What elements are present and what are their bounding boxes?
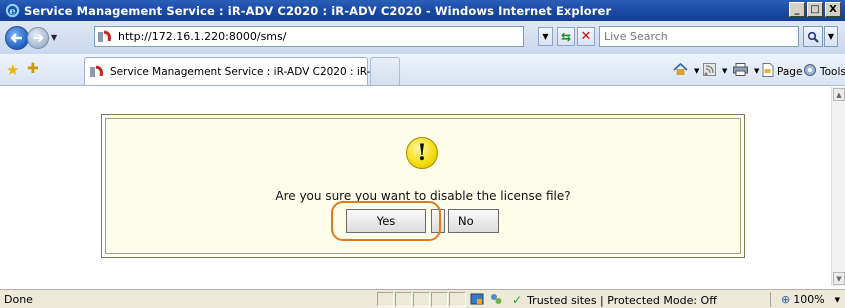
tools-menu-button[interactable]: Tools ▼ [803, 63, 845, 80]
internet-explorer-icon: e [4, 3, 20, 19]
minimize-button[interactable]: _ [789, 2, 805, 17]
address-dropdown-button[interactable]: ▼ [538, 27, 553, 46]
security-zone[interactable]: ✓ Trusted sites | Protected Mode: Off [512, 293, 717, 307]
yes-button[interactable]: Yes [346, 209, 426, 233]
zoom-control[interactable]: ⊕ 100% ▼ [781, 293, 840, 306]
address-bar[interactable]: http://172.16.1.220:8000/sms/ [94, 26, 524, 47]
confirm-dialog: ! Are you sure you want to disable the l… [101, 114, 745, 258]
page-content: ! Are you sure you want to disable the l… [0, 87, 831, 286]
search-button[interactable] [803, 26, 823, 47]
feeds-button[interactable]: ▼ [703, 63, 727, 79]
scroll-down-icon[interactable]: ▼ [833, 272, 845, 285]
search-options-dropdown[interactable]: ▼ [824, 26, 838, 47]
search-input[interactable]: Live Search [599, 26, 799, 47]
back-button[interactable] [5, 25, 29, 50]
status-slot [431, 292, 448, 307]
navigation-bar: ▼ http://172.16.1.220:8000/sms/ ▼ ⇆ ✕ Li… [0, 21, 845, 54]
print-button[interactable]: ▼ [733, 63, 759, 79]
new-tab-button[interactable] [370, 57, 400, 85]
tab-toolbar: ★ ✚ Service Management Service : iR-ADV … [0, 54, 845, 86]
confirm-message: Are you sure you want to disable the lic… [275, 189, 571, 203]
window-title: Service Management Service : iR-ADV C202… [24, 3, 612, 18]
zoom-level: 100% [793, 293, 825, 306]
stop-button[interactable]: ✕ [577, 27, 595, 46]
tools-menu-label: Tools [820, 65, 845, 78]
checkmark-icon: ✓ [512, 293, 523, 307]
status-slot [377, 292, 394, 307]
refresh-button[interactable]: ⇆ [557, 27, 575, 46]
site-favicon-icon [89, 65, 105, 79]
window-titlebar: e Service Management Service : iR-ADV C2… [0, 0, 845, 21]
add-favorites-icon[interactable]: ✚ [27, 61, 39, 77]
site-favicon-icon [97, 30, 113, 44]
status-text: Done [4, 293, 33, 306]
svg-text:e: e [9, 5, 16, 17]
status-bar: Done ✓ Trusted sites | Protected Mode: O… [0, 289, 845, 308]
home-button[interactable]: ▼ [673, 62, 699, 79]
status-divider [770, 292, 771, 307]
status-slot [449, 292, 466, 307]
forward-button[interactable] [27, 26, 49, 49]
close-button[interactable]: X [825, 2, 841, 17]
confirm-dialog-body: ! Are you sure you want to disable the l… [105, 118, 741, 254]
privacy-icon[interactable] [489, 292, 503, 308]
address-url[interactable]: http://172.16.1.220:8000/sms/ [118, 30, 286, 43]
page-icon [762, 63, 774, 80]
home-icon [673, 62, 688, 79]
zoom-icon: ⊕ [781, 293, 791, 306]
favorites-star-icon[interactable]: ★ [6, 61, 19, 79]
security-zone-label: Trusted sites | Protected Mode: Off [527, 293, 717, 307]
scroll-up-icon[interactable]: ▲ [833, 88, 845, 101]
vertical-scrollbar[interactable]: ▲ ▼ [831, 87, 845, 286]
feeds-icon [703, 63, 716, 79]
status-slot [413, 292, 430, 307]
page-menu-label: Page [777, 65, 803, 78]
search-icon [807, 31, 819, 43]
warning-icon: ! [406, 137, 438, 169]
stop-icon: ✕ [580, 29, 592, 44]
refresh-icon: ⇆ [560, 29, 572, 44]
history-dropdown-icon[interactable]: ▼ [51, 33, 61, 42]
button-separator [431, 209, 445, 233]
tab-active[interactable]: Service Management Service : iR-ADV C202… [84, 57, 401, 85]
popup-blocker-icon[interactable] [470, 292, 484, 308]
status-slot [395, 292, 412, 307]
tools-icon [803, 63, 817, 80]
arrow-right-icon [33, 33, 44, 42]
zoom-dropdown-icon: ▼ [834, 295, 841, 304]
arrow-left-icon [10, 32, 22, 43]
maximize-button[interactable]: □ [807, 2, 823, 17]
tab-label: Service Management Service : iR-ADV C202… [110, 65, 402, 78]
print-icon [733, 63, 748, 79]
no-button[interactable]: No [448, 209, 499, 233]
